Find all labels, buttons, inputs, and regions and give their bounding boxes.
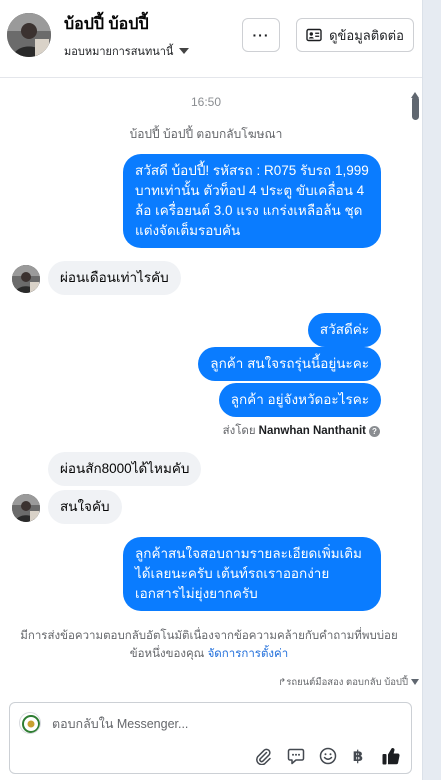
page-avatar — [19, 712, 41, 734]
message-thread[interactable]: 16:50 บ้อปปี้ บ้อปปี้ ตอบกลับโฆษณา สวัสด… — [0, 79, 422, 699]
message-bubble-outgoing[interactable]: ลูกค้าสนใจสอบถามรายละเอียดเพิ่มเติม ได้เ… — [123, 537, 381, 611]
customer-name: บ้อปปี้ บ้อปปี้ — [64, 16, 149, 33]
help-icon[interactable]: ? — [369, 425, 380, 437]
assign-label: มอบหมายการสนทนานี้ — [64, 46, 174, 58]
reply-source-note: ↱รถยนต์มือสอง ตอบกลับ บ้อปปี้ — [278, 675, 408, 690]
contact-card-icon — [306, 28, 322, 42]
sent-by-prefix: ส่งโดย — [222, 425, 256, 437]
customer-avatar-small — [12, 494, 40, 522]
message-bubble-incoming[interactable]: ผ่อนสัก8000ได้ไหมคับ — [48, 452, 202, 486]
sent-by-name: Nanwhan Nanthanit — [258, 425, 366, 437]
more-options-button[interactable]: ··· — [242, 18, 280, 52]
view-contact-label: ดูข้อมูลติดต่อ — [329, 27, 404, 43]
reply-composer[interactable]: ตอบกลับใน Messenger... ฿ — [9, 702, 412, 774]
auto-reply-note: มีการส่งข้อความตอบกลับอัตโนมัติเนื่องจาก… — [14, 627, 404, 663]
assign-conversation-dropdown[interactable]: มอบหมายการสนทนานี้ — [64, 42, 190, 60]
more-horizontal-icon: ··· — [252, 27, 270, 43]
caret-down-icon — [179, 48, 190, 54]
scroll-thumb[interactable] — [412, 96, 419, 120]
reply-source-text: รถยนต์มือสอง ตอบกลับ บ้อปปี้ — [286, 677, 408, 688]
right-rail — [422, 0, 441, 780]
customer-avatar[interactable] — [7, 13, 51, 57]
message-bubble-outgoing[interactable]: ลูกค้า สนใจรถรุ่นนี้อยู่นะคะ — [198, 347, 381, 381]
message-bubble-incoming[interactable]: ผ่อนเดือนเท่าไรคับ — [48, 261, 181, 295]
manage-settings-link[interactable]: จัดการการตั้งค่า — [208, 648, 289, 660]
thumbs-up-icon[interactable] — [381, 746, 401, 766]
smiley-icon[interactable] — [318, 746, 338, 766]
sent-by-line: ส่งโดย Nanwhan Nanthanit ? — [223, 422, 380, 440]
paperclip-icon[interactable] — [253, 746, 273, 766]
view-contact-button[interactable]: ดูข้อมูลติดต่อ — [296, 18, 414, 52]
timestamp: 16:50 — [190, 95, 222, 109]
chat-scrollbar[interactable] — [411, 92, 420, 692]
message-bubble-incoming[interactable]: สนใจคับ — [48, 490, 122, 524]
conversation-header: บ้อปปี้ บ้อปปี้ มอบหมายการสนทนานี้ ··· ด… — [0, 0, 422, 78]
message-bubble-outgoing[interactable]: ลูกค้า อยู่จังหวัดอะไรคะ — [218, 383, 381, 417]
customer-avatar-small — [12, 265, 40, 293]
message-bubble-outgoing[interactable]: สวัสดีค่ะ — [307, 313, 381, 347]
message-bubble-outgoing[interactable]: สวัสดี บ้อปปี้! รหัสรถ : R075 รับรถ 1,99… — [123, 154, 381, 248]
ad-reply-note: บ้อปปี้ บ้อปปี้ ตอบกลับโฆษณา — [129, 127, 283, 141]
reply-input[interactable]: ตอบกลับใน Messenger... — [52, 714, 188, 734]
chat-bubble-icon[interactable] — [286, 746, 306, 766]
baht-icon[interactable]: ฿ — [348, 746, 368, 766]
scroll-down-arrow-icon[interactable] — [411, 679, 419, 685]
